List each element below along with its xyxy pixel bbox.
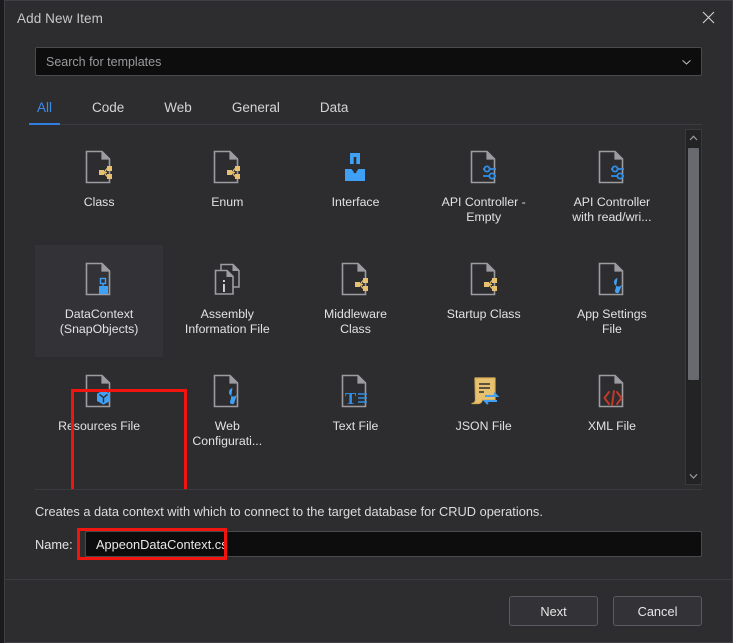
class-file-icon <box>81 147 117 187</box>
template-label: Startup Class <box>446 307 521 321</box>
dialog-title: Add New Item <box>17 10 103 26</box>
tab-data[interactable]: Data <box>318 90 351 124</box>
close-glyph <box>702 11 714 23</box>
template-description: Creates a data context with which to con… <box>35 504 543 519</box>
cancel-button[interactable]: Cancel <box>613 596 702 626</box>
close-icon[interactable] <box>686 1 730 33</box>
template-label: Web Configurati... <box>192 419 263 448</box>
template-label: Middleware Class <box>324 307 387 336</box>
datacontext-file-icon <box>81 259 117 299</box>
next-button[interactable]: Next <box>509 596 598 626</box>
template-label: App Settings File <box>577 307 647 336</box>
web-config-icon <box>209 371 245 411</box>
startup-class-icon <box>466 259 502 299</box>
template-grid-area: Class Enum Interface API Controller - Em… <box>35 125 702 489</box>
search-section: Search for templates <box>5 35 732 76</box>
svg-text:T: T <box>345 389 357 408</box>
template-tile-api-controller-readwrite[interactable]: API Controller with read/wri... <box>548 133 676 245</box>
dialog-footer: Next Cancel <box>5 580 732 642</box>
template-tile-text-file[interactable]: T Text File <box>291 357 419 469</box>
template-tile-startup-class[interactable]: Startup Class <box>420 245 548 357</box>
template-tile-middleware-class[interactable]: Middleware Class <box>291 245 419 357</box>
template-tile-datacontext[interactable]: DataContext (SnapObjects) <box>35 245 164 357</box>
tab-code[interactable]: Code <box>90 90 126 124</box>
api-controller-icon <box>466 147 502 187</box>
template-label: Assembly Information File <box>184 307 270 336</box>
template-tile-enum[interactable]: Enum <box>163 133 291 245</box>
tab-all[interactable]: All <box>28 90 61 125</box>
search-input[interactable]: Search for templates <box>35 47 702 76</box>
template-grid: Class Enum Interface API Controller - Em… <box>35 133 676 489</box>
template-label: Enum <box>211 195 244 209</box>
api-controller-icon <box>594 147 630 187</box>
scrollbar-thumb[interactable] <box>688 148 699 380</box>
template-tile-interface[interactable]: Interface <box>291 133 419 245</box>
scroll-up-icon[interactable] <box>686 130 701 146</box>
scrollbar-track[interactable] <box>686 146 701 468</box>
add-new-item-dialog: Add New Item Search for templates All Co… <box>4 0 733 643</box>
name-label: Name: <box>35 536 73 552</box>
template-grid-scrollbar[interactable] <box>685 129 702 485</box>
template-tile-resources-file[interactable]: Resources File <box>35 357 163 469</box>
xml-file-icon <box>594 371 630 411</box>
category-tabs: All Code Web General Data <box>28 90 702 125</box>
template-tile-class[interactable]: Class <box>35 133 163 245</box>
template-label: API Controller with read/wri... <box>572 195 652 224</box>
assembly-info-icon <box>209 259 245 299</box>
tab-general[interactable]: General <box>230 90 282 124</box>
app-settings-icon <box>594 259 630 299</box>
template-label: Text File <box>332 419 379 433</box>
middleware-class-icon <box>337 259 373 299</box>
template-label: DataContext (SnapObjects) <box>59 307 139 336</box>
text-file-icon: T <box>337 371 373 411</box>
template-label: API Controller - Empty <box>441 195 526 224</box>
template-tile-json-file[interactable]: JSON File <box>420 357 548 469</box>
chevron-down-icon[interactable] <box>681 56 692 67</box>
scroll-down-icon[interactable] <box>686 468 701 484</box>
name-input[interactable]: AppeonDataContext.cs <box>85 531 702 557</box>
template-tile-app-settings[interactable]: App Settings File <box>548 245 676 357</box>
name-row: Name: AppeonDataContext.cs <box>5 519 732 560</box>
template-tile-api-controller-empty[interactable]: API Controller - Empty <box>420 133 548 245</box>
json-file-icon <box>466 371 502 411</box>
template-label: JSON File <box>455 419 512 433</box>
interface-icon <box>337 147 373 187</box>
tab-web[interactable]: Web <box>162 90 194 124</box>
title-bar: Add New Item <box>5 1 732 35</box>
template-label: Class <box>83 195 115 209</box>
template-tile-assembly-info[interactable]: Assembly Information File <box>163 245 291 357</box>
name-input-value: AppeonDataContext.cs <box>96 536 228 552</box>
enum-file-icon <box>209 147 245 187</box>
search-placeholder: Search for templates <box>46 54 162 69</box>
template-label: XML File <box>587 419 636 433</box>
template-tile-web-config[interactable]: Web Configurati... <box>163 357 291 469</box>
template-label: Resources File <box>58 419 141 433</box>
template-label: Interface <box>331 195 380 209</box>
resources-file-icon <box>81 371 117 411</box>
template-tile-xml-file[interactable]: XML File <box>548 357 676 469</box>
